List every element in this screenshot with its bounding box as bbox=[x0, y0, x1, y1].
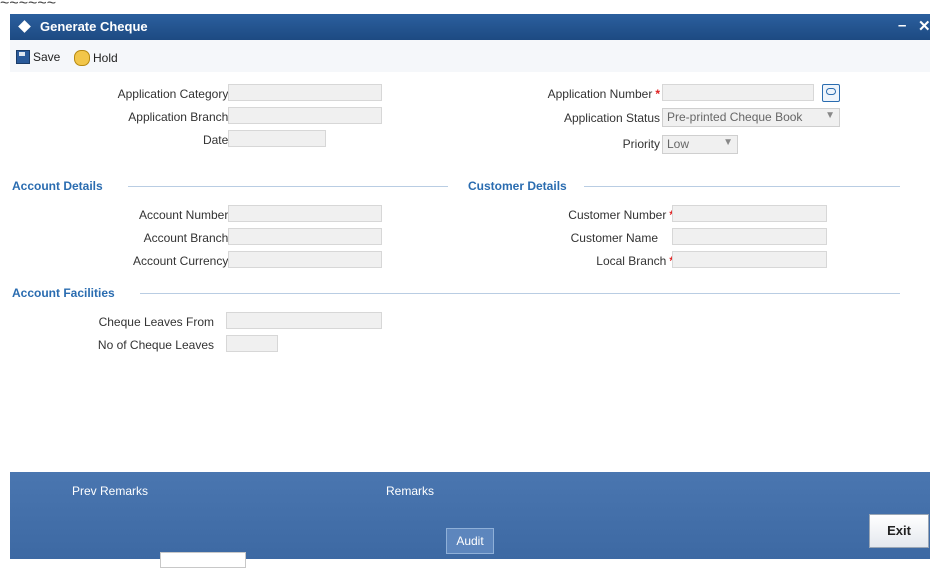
window-title: Generate Cheque bbox=[40, 19, 148, 34]
minimize-button[interactable]: – bbox=[898, 17, 906, 34]
date-input[interactable] bbox=[228, 130, 326, 147]
account-currency-input[interactable] bbox=[228, 251, 382, 268]
application-status-value: Pre-printed Cheque Book bbox=[667, 110, 803, 124]
priority-label: Priority bbox=[622, 137, 660, 151]
status-field bbox=[160, 552, 246, 568]
chevron-down-icon: ▼ bbox=[723, 137, 733, 148]
account-facilities-title: Account Facilities bbox=[12, 286, 115, 300]
customer-details-title: Customer Details bbox=[468, 179, 567, 193]
audit-button[interactable]: Audit bbox=[446, 528, 494, 554]
cheque-leaves-from-label: Cheque Leaves From bbox=[98, 315, 214, 329]
application-branch-label: Application Branch* bbox=[128, 110, 236, 124]
customer-name-input[interactable] bbox=[672, 228, 827, 245]
no-of-cheque-leaves-label: No of Cheque Leaves bbox=[97, 338, 214, 352]
window-title-bar: Generate Cheque – ✕ bbox=[10, 14, 930, 40]
customer-details-divider bbox=[584, 186, 900, 187]
application-number-label: Application Number * bbox=[547, 87, 660, 101]
save-icon bbox=[16, 50, 30, 64]
toolbar: Save Hold bbox=[10, 40, 930, 73]
account-number-label: Account Number* bbox=[138, 208, 236, 222]
chevron-down-icon: ▼ bbox=[825, 110, 835, 121]
diamond-icon bbox=[18, 20, 31, 33]
customer-name-label: Customer Name bbox=[570, 231, 658, 245]
local-branch-input[interactable] bbox=[672, 251, 827, 268]
account-facilities-divider bbox=[140, 293, 900, 294]
customer-number-input[interactable] bbox=[672, 205, 827, 222]
account-currency-label: Account Currency* bbox=[132, 254, 236, 268]
application-status-label: Application Status bbox=[563, 111, 660, 125]
account-details-title: Account Details bbox=[12, 179, 103, 193]
save-button[interactable]: Save bbox=[16, 50, 60, 64]
exit-button[interactable]: Exit bbox=[869, 514, 929, 548]
save-label: Save bbox=[33, 50, 61, 64]
application-branch-input[interactable] bbox=[228, 107, 382, 124]
speech-bubble-icon bbox=[826, 88, 836, 95]
priority-value: Low bbox=[667, 137, 690, 151]
prev-remarks-link[interactable]: Prev Remarks bbox=[72, 484, 148, 498]
application-status-select[interactable]: Pre-printed Cheque Book ▼ bbox=[662, 108, 840, 127]
remarks-link[interactable]: Remarks bbox=[386, 484, 434, 498]
cropped-heading-fragment: ~~~~~~ bbox=[0, 0, 57, 12]
account-branch-input[interactable] bbox=[228, 228, 382, 245]
account-number-input[interactable] bbox=[228, 205, 382, 222]
hold-icon bbox=[74, 50, 90, 66]
account-details-divider bbox=[128, 186, 448, 187]
cheque-leaves-from-input[interactable] bbox=[226, 312, 382, 329]
application-number-lookup-button[interactable] bbox=[822, 84, 840, 102]
application-category-input[interactable] bbox=[228, 84, 382, 101]
priority-select[interactable]: Low ▼ bbox=[662, 135, 738, 154]
close-button[interactable]: ✕ bbox=[918, 17, 930, 35]
footer-bar: Prev Remarks Remarks Audit Exit bbox=[10, 472, 930, 568]
local-branch-label: Local Branch* bbox=[596, 254, 674, 268]
application-number-input[interactable] bbox=[662, 84, 814, 101]
hold-label: Hold bbox=[93, 51, 118, 65]
no-of-cheque-leaves-input[interactable] bbox=[226, 335, 278, 352]
application-category-label: Application Category* bbox=[117, 87, 236, 101]
form-content: Application Category* Application Branch… bbox=[10, 72, 930, 472]
hold-button[interactable]: Hold bbox=[74, 50, 118, 66]
customer-number-label: Customer Number* bbox=[568, 208, 674, 222]
account-branch-label: Account Branch* bbox=[143, 231, 236, 245]
